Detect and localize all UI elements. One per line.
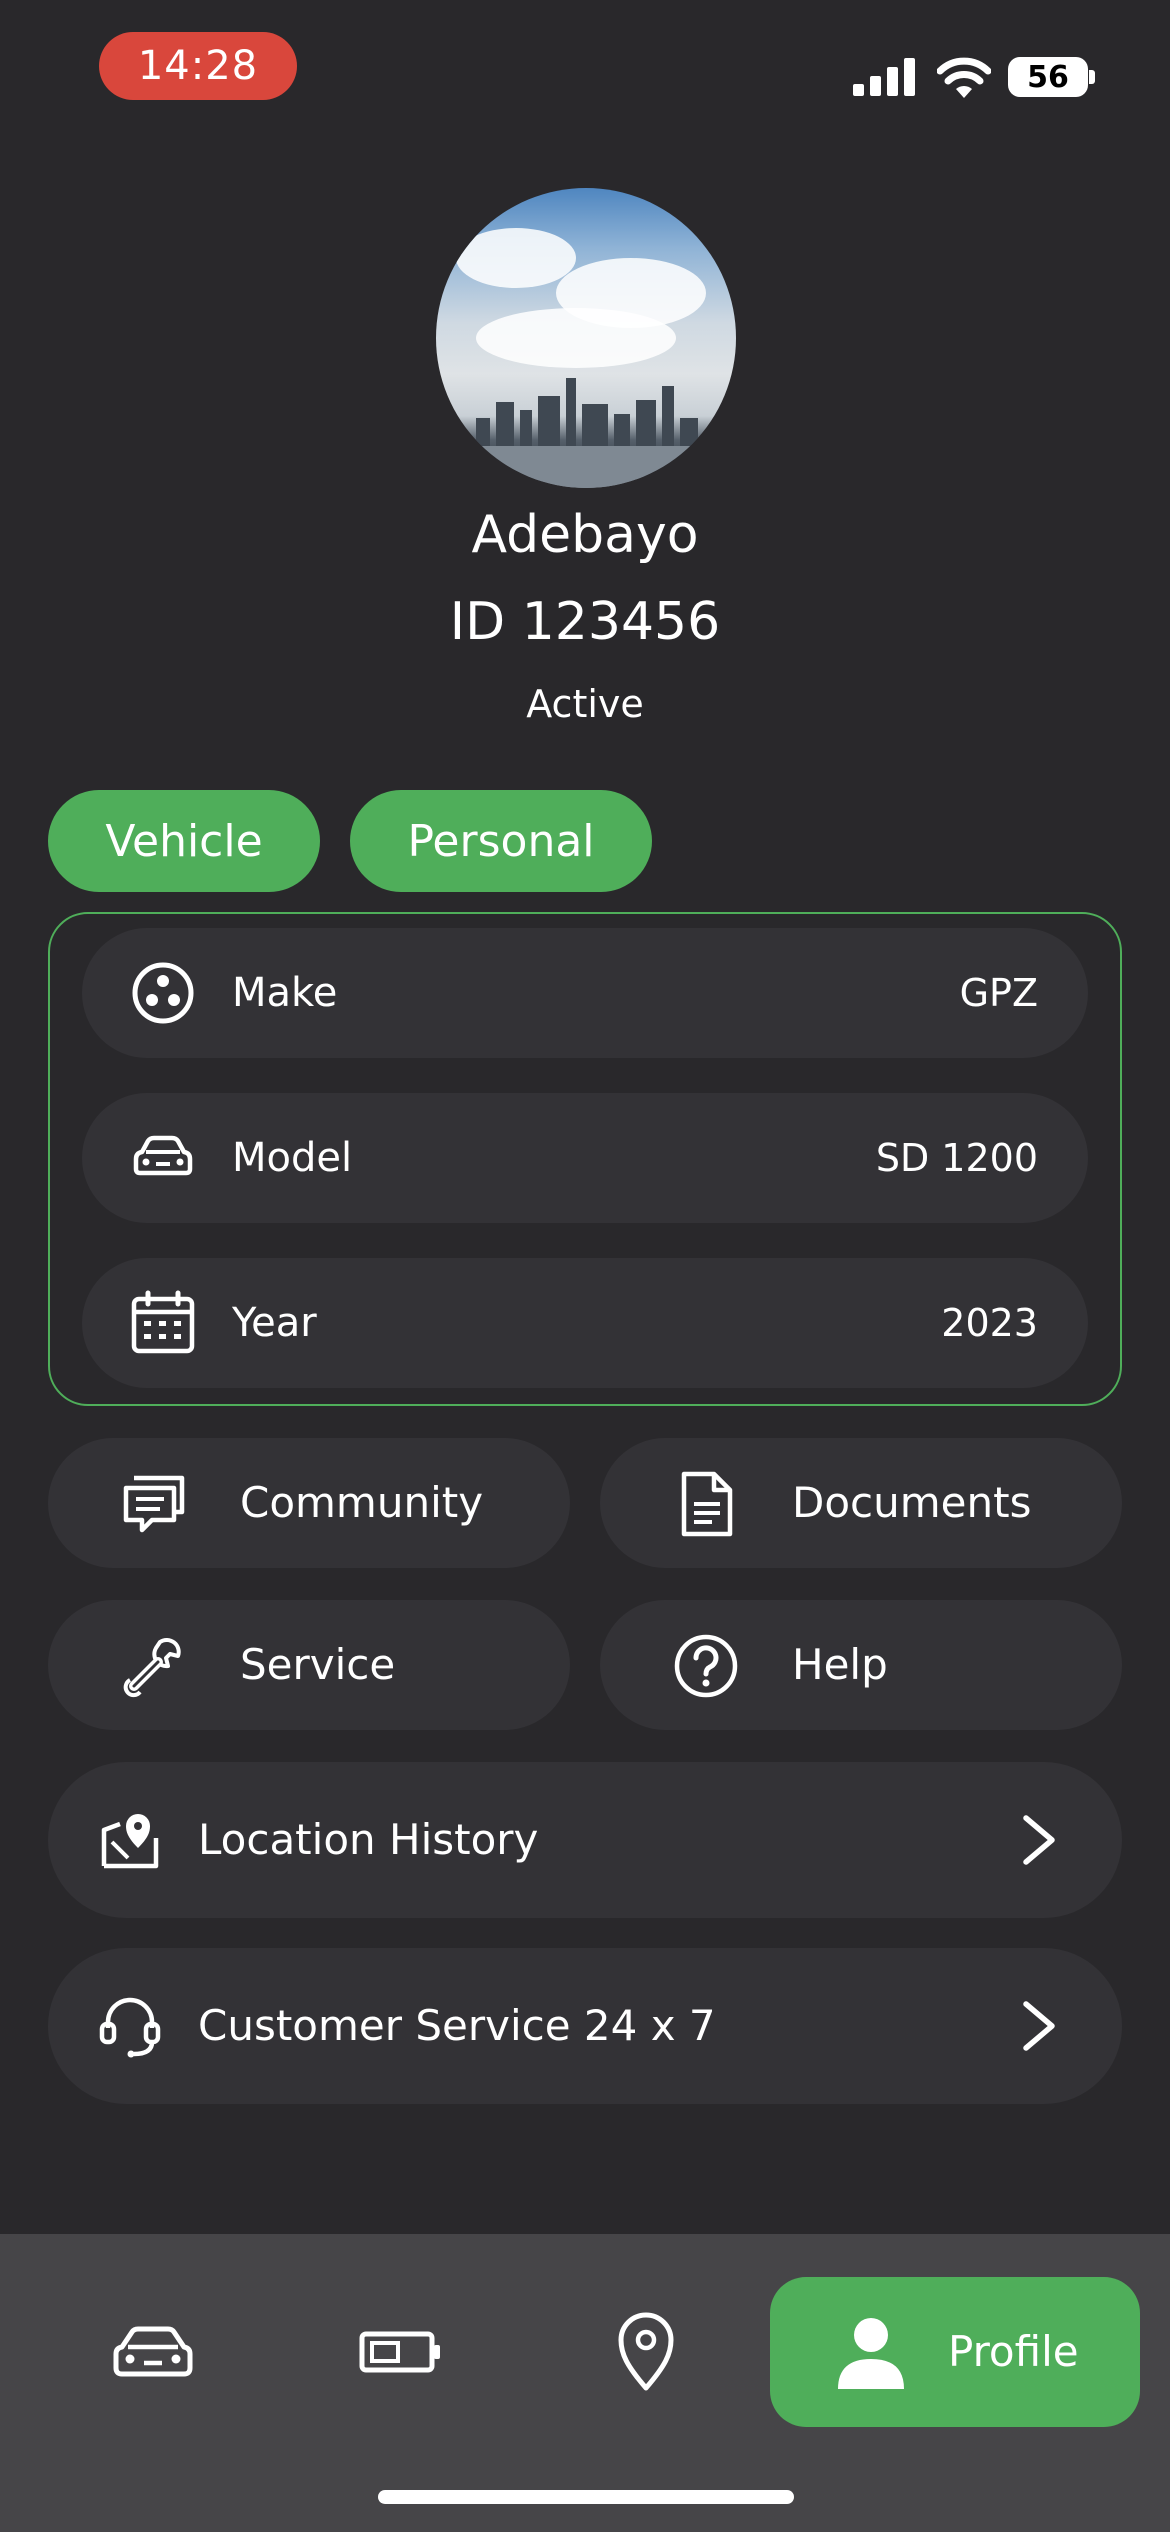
wifi-icon xyxy=(937,57,991,98)
document-icon xyxy=(681,1471,733,1537)
chevron-right-icon xyxy=(1023,2001,1055,2051)
nav-car-icon[interactable] xyxy=(108,2318,198,2384)
vehicle-row-model: Model SD 1200 xyxy=(82,1093,1088,1223)
help-label: Help xyxy=(792,1640,888,1689)
location-history-label: Location History xyxy=(198,1815,539,1864)
help-button[interactable]: Help xyxy=(600,1600,1122,1730)
nav-profile-label: Profile xyxy=(948,2327,1079,2376)
chat-icon xyxy=(123,1475,185,1533)
documents-label: Documents xyxy=(792,1478,1032,1527)
help-icon xyxy=(674,1634,738,1698)
map-pin-icon xyxy=(101,1814,159,1869)
nav-profile-button[interactable]: Profile xyxy=(770,2277,1140,2427)
three-dots-circle-icon xyxy=(132,962,194,1024)
location-history-row[interactable]: Location History xyxy=(48,1762,1122,1918)
chevron-right-icon xyxy=(1023,1815,1055,1865)
profile-id: ID 123456 xyxy=(449,592,721,652)
model-value: SD 1200 xyxy=(875,1136,1038,1180)
nav-location-icon[interactable] xyxy=(601,2310,691,2392)
tab-personal[interactable]: Personal xyxy=(350,790,652,892)
car-icon xyxy=(133,1135,193,1176)
make-label: Make xyxy=(232,970,338,1016)
profile-name: Adebayo xyxy=(471,505,699,565)
avatar[interactable] xyxy=(436,188,736,488)
cellular-signal-icon xyxy=(853,58,915,96)
customer-service-row[interactable]: Customer Service 24 x 7 xyxy=(48,1948,1122,2104)
year-label: Year xyxy=(232,1300,317,1346)
make-value: GPZ xyxy=(959,971,1038,1015)
wrench-icon xyxy=(123,1638,181,1698)
profile-status: Active xyxy=(526,682,644,726)
community-label: Community xyxy=(240,1478,484,1527)
service-button[interactable]: Service xyxy=(48,1600,570,1730)
community-button[interactable]: Community xyxy=(48,1438,570,1568)
tab-vehicle[interactable]: Vehicle xyxy=(48,790,320,892)
status-time: 14:28 xyxy=(99,32,297,100)
home-indicator[interactable] xyxy=(378,2490,794,2504)
battery-cap xyxy=(1089,70,1095,84)
documents-button[interactable]: Documents xyxy=(600,1438,1122,1568)
year-value: 2023 xyxy=(941,1301,1038,1345)
customer-service-label: Customer Service 24 x 7 xyxy=(198,2001,716,2050)
battery-indicator: 56 xyxy=(1008,57,1088,97)
vehicle-row-make: Make GPZ xyxy=(82,928,1088,1058)
user-icon xyxy=(838,2318,904,2389)
nav-battery-icon[interactable] xyxy=(356,2318,446,2384)
vehicle-row-year: Year 2023 xyxy=(82,1258,1088,1388)
model-label: Model xyxy=(232,1135,353,1181)
service-label: Service xyxy=(240,1640,396,1689)
calendar-icon xyxy=(131,1290,195,1354)
headset-icon xyxy=(99,1997,161,2058)
